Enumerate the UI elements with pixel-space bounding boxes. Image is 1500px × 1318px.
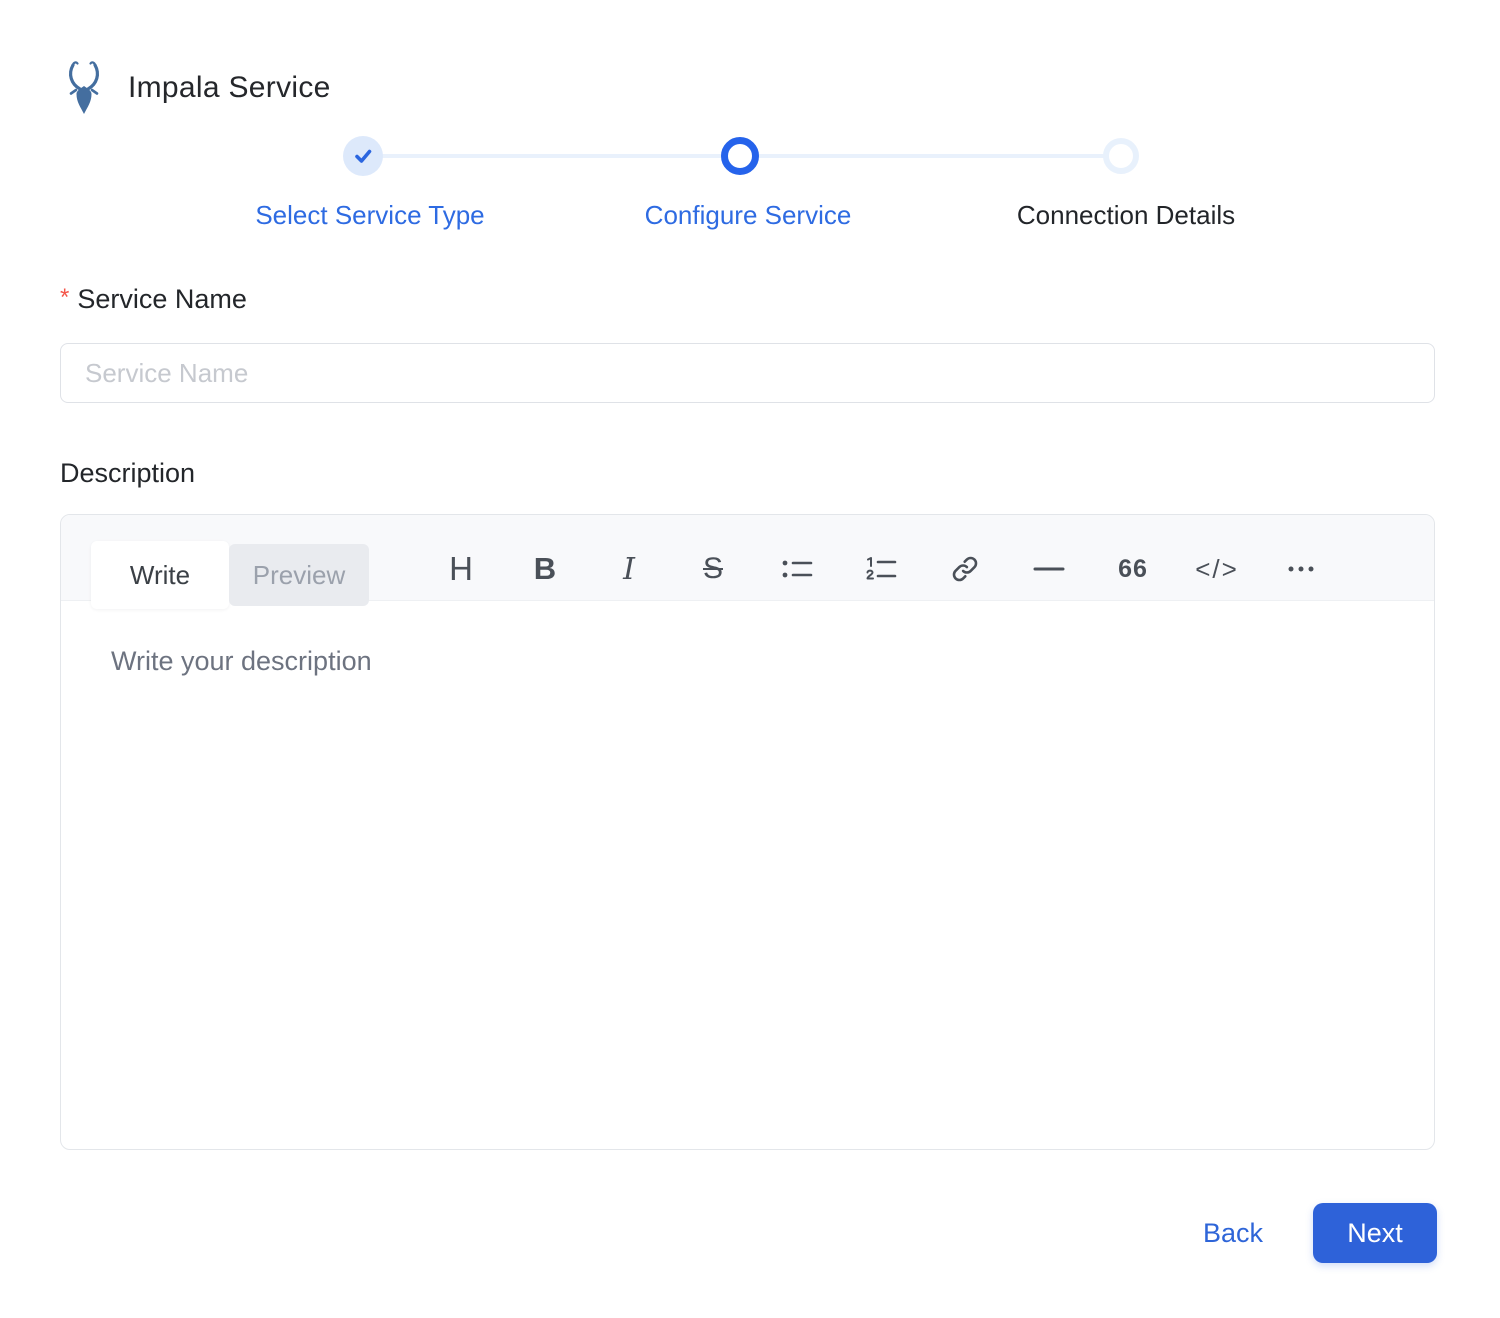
- step-label-connection-details: Connection Details: [1016, 200, 1236, 230]
- step-label-configure-service: Configure Service: [644, 200, 852, 230]
- tab-write[interactable]: Write: [91, 541, 229, 609]
- code-icon[interactable]: </>: [1175, 537, 1259, 601]
- step-label-select-service-type: Select Service Type: [255, 200, 485, 230]
- strikethrough-icon[interactable]: S: [671, 537, 755, 601]
- numbered-list-icon[interactable]: [839, 537, 923, 601]
- page-title: Impala Service: [128, 71, 331, 104]
- more-icon[interactable]: [1259, 537, 1343, 601]
- italic-icon[interactable]: I: [587, 537, 671, 601]
- step-indicator-connection-details: [1103, 138, 1139, 174]
- impala-logo-icon: [60, 60, 108, 116]
- link-icon[interactable]: [923, 537, 1007, 601]
- wizard-stepper: Select Service Type Configure Service Co…: [0, 136, 1500, 246]
- tab-preview[interactable]: Preview: [229, 544, 369, 606]
- impala-service-wizard: Impala Service Select Service Type Confi…: [0, 0, 1500, 1318]
- editor-body: [61, 602, 1434, 1150]
- service-name-input[interactable]: [60, 343, 1435, 403]
- editor-toolbar: H B I S 66 </>: [419, 537, 1343, 601]
- step-connector: [370, 154, 740, 158]
- description-label: Description: [60, 458, 196, 488]
- back-button[interactable]: Back: [1203, 1218, 1263, 1249]
- wizard-actions: Back Next: [1203, 1203, 1437, 1263]
- heading-icon[interactable]: H: [419, 537, 503, 601]
- step-indicator-select-service-type: [343, 136, 383, 176]
- quote-icon[interactable]: 66: [1091, 537, 1175, 601]
- description-editor: Write Preview H B I S 66 </> Write your …: [60, 514, 1435, 1150]
- service-name-label: * Service Name: [60, 284, 247, 315]
- required-marker: *: [60, 284, 70, 311]
- bullet-list-icon[interactable]: [755, 537, 839, 601]
- horizontal-rule-icon[interactable]: [1007, 537, 1091, 601]
- description-textarea[interactable]: [61, 602, 1434, 1150]
- editor-tabs: Write Preview: [91, 541, 369, 609]
- check-icon: [352, 145, 374, 167]
- service-name-label-text: Service Name: [77, 284, 247, 314]
- page-header: Impala Service: [60, 60, 331, 116]
- step-connector: [748, 154, 1122, 158]
- step-indicator-configure-service: [721, 137, 759, 175]
- next-button[interactable]: Next: [1313, 1203, 1437, 1263]
- bold-icon[interactable]: B: [503, 537, 587, 601]
